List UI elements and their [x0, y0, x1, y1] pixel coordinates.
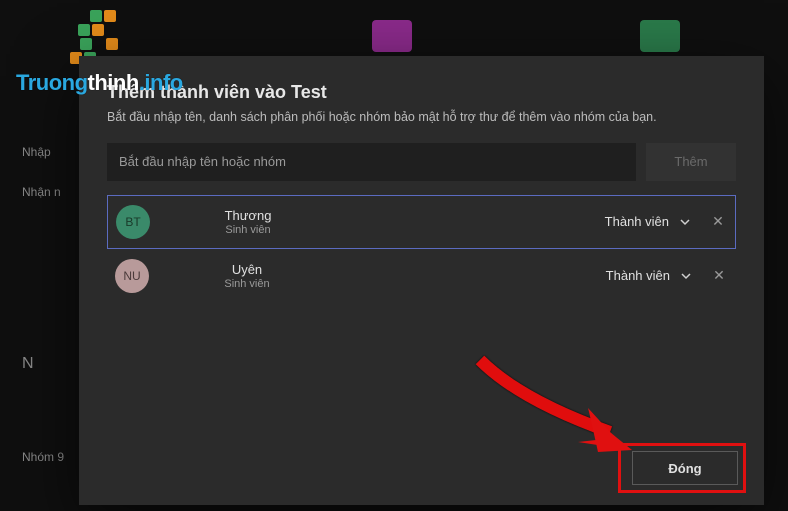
bg-text: Nhập — [22, 145, 51, 159]
member-info: Thương Sinh viên — [168, 208, 605, 236]
dialog-subtitle: Bắt đầu nhập tên, danh sách phân phối ho… — [107, 109, 736, 127]
member-row[interactable]: BT Thương Sinh viên Thành viên ✕ — [107, 195, 736, 249]
role-label: Thành viên — [606, 268, 670, 283]
input-placeholder: Bắt đầu nhập tên hoặc nhóm — [119, 154, 286, 169]
bg-tile — [640, 20, 680, 52]
member-name: Thương — [168, 208, 328, 223]
close-button[interactable]: Đóng — [632, 451, 738, 485]
remove-member-button[interactable]: ✕ — [709, 213, 727, 230]
member-subtitle: Sinh viên — [168, 224, 328, 236]
add-button[interactable]: Thêm — [646, 143, 736, 181]
remove-member-button[interactable]: ✕ — [710, 267, 728, 284]
chevron-down-icon — [679, 216, 691, 228]
member-row[interactable]: NU Uyên Sinh viên Thành viên ✕ — [107, 249, 736, 303]
bg-text: Nhận n — [22, 185, 61, 199]
members-list: BT Thương Sinh viên Thành viên ✕ NU Uyên… — [107, 195, 736, 303]
dialog-title: Thêm thành viên vào Test — [107, 82, 736, 103]
input-row: Bắt đầu nhập tên hoặc nhóm Thêm — [107, 143, 736, 181]
bg-text: N — [22, 355, 34, 373]
chevron-down-icon — [680, 270, 692, 282]
add-members-dialog: Thêm thành viên vào Test Bắt đầu nhập tê… — [79, 56, 764, 505]
avatar: BT — [116, 205, 150, 239]
role-label: Thành viên — [605, 214, 669, 229]
bg-tile — [372, 20, 412, 52]
member-search-input[interactable]: Bắt đầu nhập tên hoặc nhóm — [107, 143, 636, 181]
bg-text: Nhóm 9 — [22, 450, 64, 464]
member-info: Uyên Sinh viên — [167, 262, 606, 290]
role-dropdown[interactable]: Thành viên — [605, 214, 691, 229]
member-subtitle: Sinh viên — [167, 278, 327, 290]
role-dropdown[interactable]: Thành viên — [606, 268, 692, 283]
member-name: Uyên — [167, 262, 327, 277]
avatar: NU — [115, 259, 149, 293]
